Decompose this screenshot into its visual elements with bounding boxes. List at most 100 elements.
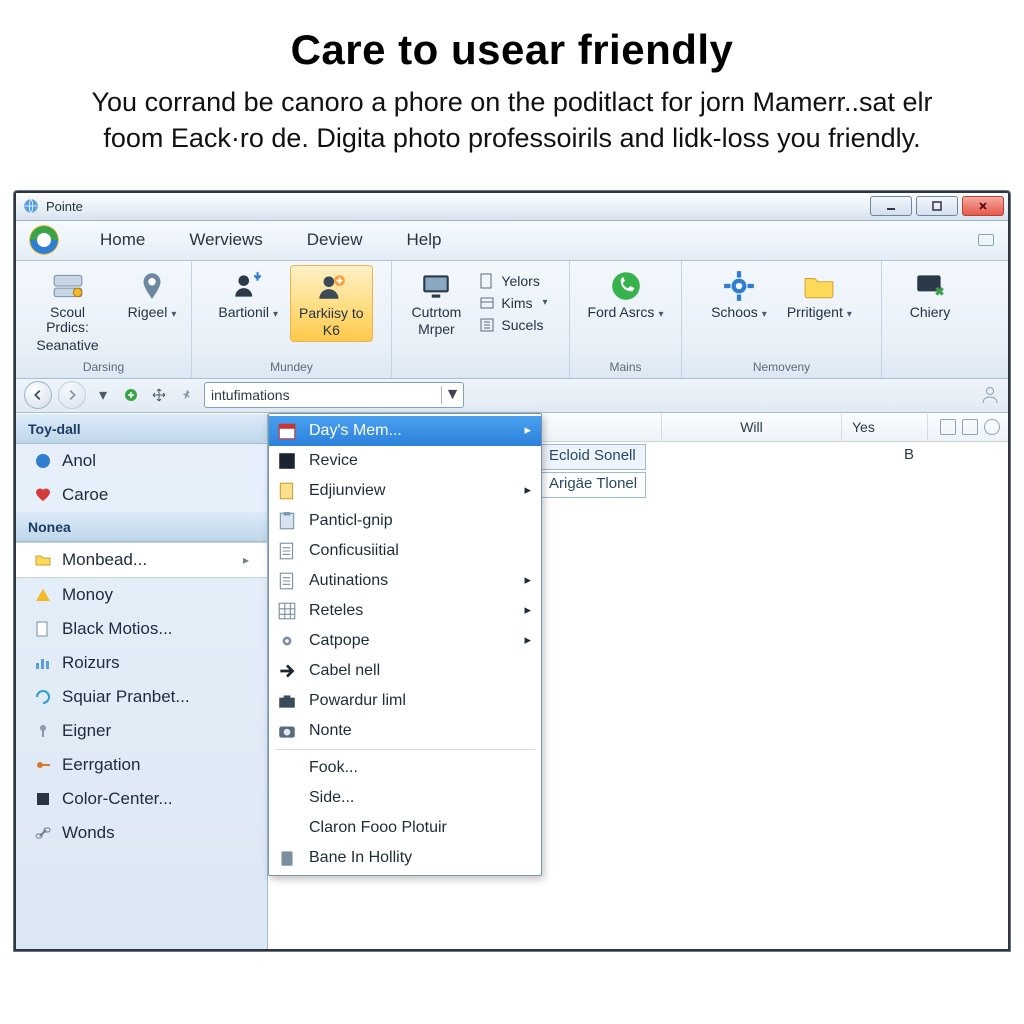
- menu-home[interactable]: Home: [80, 224, 165, 256]
- column-yes[interactable]: Yes: [842, 414, 928, 441]
- column-will[interactable]: Will: [662, 414, 842, 441]
- dropdown-item[interactable]: Autinations: [269, 566, 541, 596]
- ford-button[interactable]: Ford Asrcs: [580, 265, 672, 322]
- sucels-button[interactable]: Sucels: [473, 315, 553, 335]
- close-button[interactable]: [962, 196, 1004, 216]
- sidebar-item-monoy[interactable]: Monoy: [16, 578, 267, 612]
- dropdown-item-label: Conficusiitial: [309, 542, 399, 560]
- scoul-button[interactable]: Scoul Prdics: Seanative: [20, 265, 115, 355]
- pin-icon: [135, 269, 169, 303]
- back-button[interactable]: [24, 381, 52, 409]
- monitor-icon: [419, 269, 453, 303]
- move-icon[interactable]: [148, 384, 170, 406]
- sidebar-item-label: Monbead...: [62, 550, 147, 570]
- gear-icon: [277, 631, 297, 651]
- dropdown-item[interactable]: Catpope: [269, 626, 541, 656]
- col-close-icon[interactable]: [984, 419, 1000, 435]
- yelors-button[interactable]: Yelors: [473, 271, 553, 291]
- add-icon[interactable]: [120, 384, 142, 406]
- sidebar-item-roizurs[interactable]: Roizurs: [16, 646, 267, 680]
- sidebar-item-label: Eerrgation: [62, 755, 140, 775]
- maximize-button[interactable]: [916, 196, 958, 216]
- column-yes-label: Yes: [852, 419, 875, 435]
- rigeel-button[interactable]: Rigeel: [117, 265, 187, 355]
- app-logo-icon[interactable]: [24, 220, 76, 260]
- forward-button[interactable]: [58, 381, 86, 409]
- sidebar-item-label: Monoy: [62, 585, 113, 605]
- menu-werviews[interactable]: Werviews: [169, 224, 282, 256]
- sidebar-item-eigner[interactable]: Eigner: [16, 714, 267, 748]
- sidebar-item-wonds[interactable]: Wonds: [16, 816, 267, 850]
- dropdown-item[interactable]: Cabel nell: [269, 656, 541, 686]
- list-item[interactable]: Arigäe Tlonel: [540, 472, 646, 498]
- sidebar-item-label: Eigner: [62, 721, 111, 741]
- sidebar-item-black-motios[interactable]: Black Motios...: [16, 612, 267, 646]
- swatch-icon: [34, 790, 52, 808]
- col-sort-icon[interactable]: [962, 419, 978, 435]
- sidebar-item-squiar[interactable]: Squiar Pranbet...: [16, 680, 267, 714]
- dropdown-item[interactable]: Conficusiitial: [269, 536, 541, 566]
- device-icon: [277, 848, 297, 868]
- dropdown-item-label: Reteles: [309, 602, 363, 620]
- dropdown-item[interactable]: Powardur liml: [269, 686, 541, 716]
- dropdown-item[interactable]: Day's Mem...: [269, 416, 541, 446]
- rigeel-label: Rigeel: [128, 305, 177, 320]
- minimize-button[interactable]: [870, 196, 912, 216]
- bartioni-button[interactable]: Bartionil: [210, 265, 286, 342]
- dropdown-item[interactable]: Edjiunview: [269, 476, 541, 506]
- nav-toolbar: ▾ ▼: [16, 379, 1008, 413]
- dropdown-item[interactable]: Reteles: [269, 596, 541, 626]
- page-title: Care to usear friendly: [64, 26, 960, 74]
- prritigent-button[interactable]: Prritigent: [779, 265, 860, 322]
- kims-button[interactable]: Kims: [473, 293, 553, 313]
- pin-tool-icon[interactable]: [176, 384, 198, 406]
- dropdown-item-label: Powardur liml: [309, 692, 406, 710]
- parkiisy-button[interactable]: Parkiisy to K6: [290, 265, 373, 342]
- sidebar-item-color-center[interactable]: Color-Center...: [16, 782, 267, 816]
- sidebar-item-label: Anol: [62, 451, 96, 471]
- schoos-button[interactable]: Schoos: [703, 265, 775, 322]
- list-icon: [479, 317, 495, 333]
- swirl-icon: [34, 688, 52, 706]
- doc-icon: [277, 571, 297, 591]
- custom-button[interactable]: Cutrtom Mrper: [401, 265, 471, 340]
- group-mains-label: Mains: [609, 360, 641, 378]
- sidebar-item-label: Roizurs: [62, 653, 120, 673]
- list-item[interactable]: Ecloid Sonell: [540, 444, 646, 470]
- address-dropdown-icon[interactable]: ▼: [441, 386, 463, 404]
- dropdown-item[interactable]: Panticl-gnip: [269, 506, 541, 536]
- group-munday-label: Mundey: [270, 360, 313, 378]
- sidebar-item-label: Color-Center...: [62, 789, 173, 809]
- sidebar-item-anol[interactable]: Anol: [16, 444, 267, 478]
- menu-deview[interactable]: Deview: [287, 224, 383, 256]
- globe-icon: [34, 452, 52, 470]
- collapse-ribbon-icon[interactable]: [978, 234, 994, 246]
- sidebar-item-monbead[interactable]: Monbead... ▸: [16, 542, 267, 578]
- col-config-icon[interactable]: [940, 419, 956, 435]
- dropdown-item[interactable]: Nonte: [269, 716, 541, 746]
- sidebar-item-caroe[interactable]: Caroe: [16, 478, 267, 512]
- dropdown-item[interactable]: Claron Fooo Plotuir: [269, 813, 541, 843]
- dropdown-item[interactable]: Fook...: [269, 753, 541, 783]
- address-input[interactable]: [205, 387, 441, 403]
- address-combo[interactable]: ▼: [204, 382, 464, 408]
- tack-icon: [34, 722, 52, 740]
- history-dropdown-icon[interactable]: ▾: [92, 384, 114, 406]
- person-icon[interactable]: [980, 385, 1000, 405]
- parkiisy-label: Parkiisy to: [299, 306, 364, 321]
- sidebar-item-eerrgation[interactable]: Eerrgation: [16, 748, 267, 782]
- sidebar-section-nonea: Nonea: [16, 512, 267, 542]
- parkiisy-label2: K6: [323, 323, 340, 338]
- dropdown-item[interactable]: Side...: [269, 783, 541, 813]
- arrow-right-icon: [277, 661, 297, 681]
- chiery-button[interactable]: Chiery: [895, 265, 965, 322]
- dropdown-item-label: Edjiunview: [309, 482, 385, 500]
- page-subtitle: You corrand be canoro a phore on the pod…: [64, 84, 960, 157]
- menu-help[interactable]: Help: [386, 224, 461, 256]
- dropdown-item[interactable]: Bane In Hollity: [269, 843, 541, 873]
- ribbon: Scoul Prdics: Seanative Rigeel Darsing B…: [16, 261, 1008, 379]
- chevron-right-icon: ▸: [243, 553, 249, 567]
- square-icon: [277, 451, 297, 471]
- dropdown-item[interactable]: Revice: [269, 446, 541, 476]
- key-small-icon: [34, 756, 52, 774]
